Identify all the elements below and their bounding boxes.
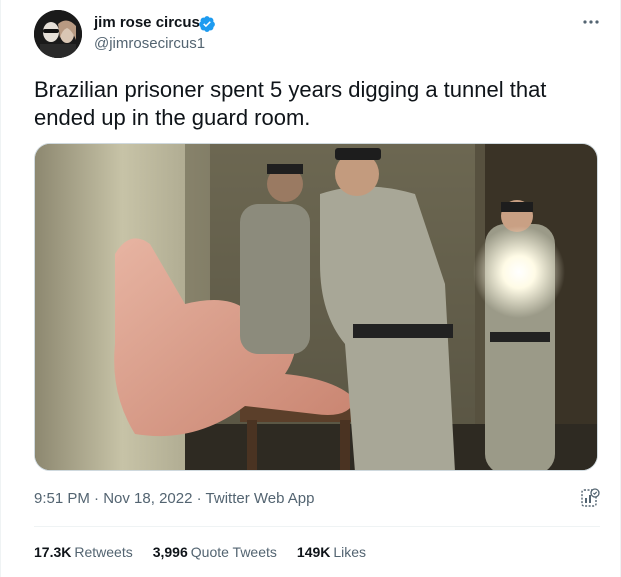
avatar[interactable]: [34, 10, 82, 58]
more-dots-icon[interactable]: [581, 12, 601, 32]
tweet-card: jim rose circus @jimrosecircus1 Brazilia…: [0, 0, 621, 577]
tweet-photo[interactable]: [34, 143, 598, 471]
tweet-date[interactable]: Nov 18, 2022: [103, 490, 192, 507]
tweet-meta: 9:51 PM · Nov 18, 2022 · Twitter Web App: [34, 490, 314, 507]
quote-tweets-stat[interactable]: 3,996 Quote Tweets: [153, 544, 277, 560]
quote-tweets-label: Quote Tweets: [190, 544, 277, 560]
retweets-stat[interactable]: 17.3K Retweets: [34, 544, 133, 560]
meta-separator: ·: [196, 490, 202, 507]
likes-stat[interactable]: 149K Likes: [297, 544, 366, 560]
photo-image: [35, 144, 597, 470]
handle[interactable]: @jimrosecircus1: [94, 35, 205, 52]
tweet-text-line: ended up in the guard room.: [34, 105, 311, 130]
quote-tweets-count: 3,996: [152, 544, 188, 560]
analytics-icon[interactable]: [580, 488, 600, 508]
tweet-stats: 17.3K Retweets 3,996 Quote Tweets 149K Like…: [34, 544, 366, 560]
likes-label: Likes: [333, 544, 367, 560]
meta-separator: ·: [94, 490, 100, 507]
display-name[interactable]: jim rose circus: [94, 14, 200, 31]
verified-badge-icon: [199, 16, 215, 32]
tweet-text: Brazilian prisoner spent 5 years digging…: [34, 76, 594, 132]
tweet-time[interactable]: 9:51 PM: [34, 490, 90, 507]
tweet-text-line: Brazilian prisoner spent 5 years digging…: [34, 77, 547, 102]
tweet-source[interactable]: Twitter Web App: [206, 490, 315, 507]
divider: [34, 526, 600, 527]
avatar-image: [34, 10, 82, 58]
retweets-label: Retweets: [74, 544, 133, 560]
likes-count: 149K: [296, 544, 331, 560]
retweets-count: 17.3K: [34, 544, 72, 560]
